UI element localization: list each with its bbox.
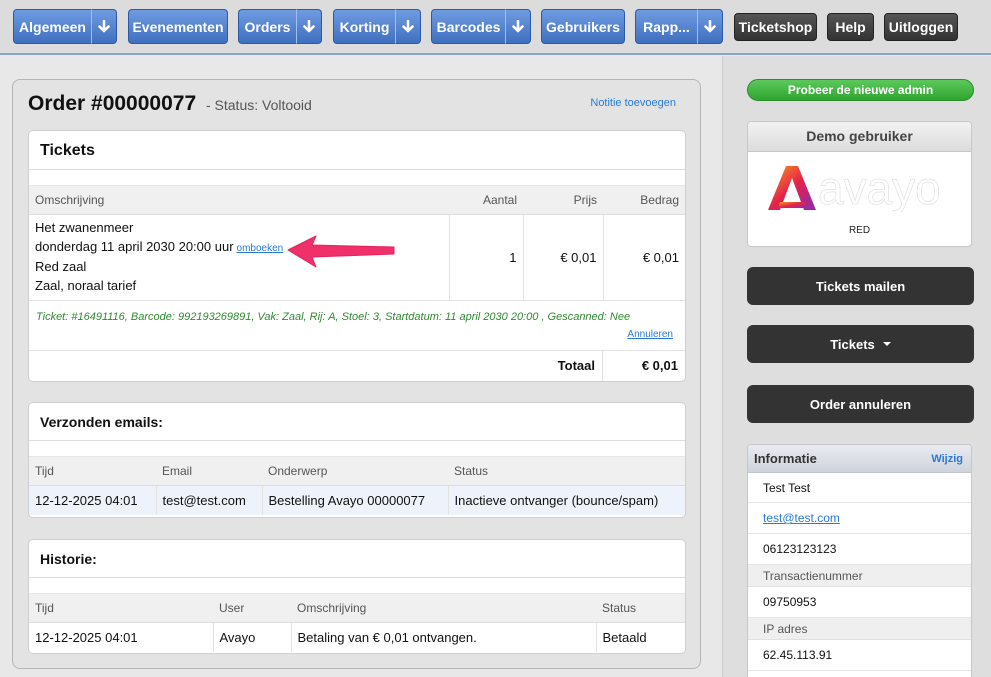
ticket-details-text: Ticket: #16491116, Barcode: 992193269891…	[36, 310, 631, 323]
col-user: User	[213, 594, 291, 623]
item-quantity: 1	[449, 214, 524, 301]
logout-button[interactable]: Uitloggen	[884, 13, 958, 41]
avayo-logo: avayo	[768, 164, 941, 212]
page-title: Order #00000077 - Status: Voltooid	[28, 92, 312, 116]
ticketshop-button[interactable]: Ticketshop	[734, 13, 817, 41]
rebook-link[interactable]: omboeken	[237, 243, 284, 254]
nav-rapportages-button[interactable]: Rapp...	[635, 9, 697, 44]
arrow-down-icon	[303, 19, 315, 32]
add-note-link[interactable]: Notitie toevoegen	[590, 97, 676, 109]
order-status: - Status: Voltooid	[205, 97, 312, 113]
col-price: Prijs	[523, 186, 603, 215]
demo-user-title: Demo gebruiker	[748, 122, 971, 152]
email-status: Inactieve ontvanger (bounce/spam)	[448, 485, 685, 515]
history-table: Tijd User Omschrijving Status 12-12-2025…	[29, 594, 685, 652]
table-row[interactable]: 12-12-2025 04:01 test@test.com Bestellin…	[29, 485, 685, 515]
nav-orders: Orders	[238, 9, 322, 44]
arrow-down-icon	[98, 19, 110, 32]
customer-email-link[interactable]: test@test.com	[763, 511, 840, 525]
col-quantity: Aantal	[449, 186, 523, 215]
svg-text:avayo: avayo	[818, 164, 941, 212]
nav-rapportages-dropdown[interactable]	[697, 9, 723, 44]
information-panel: Informatie Wijzig Test Test test@test.co…	[747, 444, 972, 677]
history-user: Avayo	[213, 622, 292, 652]
col-status: Status	[596, 594, 685, 623]
history-title: Historie:	[29, 540, 685, 578]
try-new-admin-button[interactable]: Probeer de nieuwe admin	[747, 79, 974, 101]
demo-user-label: RED	[848, 225, 871, 236]
transaction-label: Transactienummer	[748, 565, 971, 587]
ticket-details: Ticket: #16491116, Barcode: 992193269891…	[29, 301, 685, 351]
total-label: Totaal	[523, 350, 603, 381]
arrow-down-icon	[402, 19, 414, 32]
nav-barcodes-button[interactable]: Barcodes	[431, 9, 505, 44]
email-time: 12-12-2025 04:01	[29, 485, 157, 515]
nav-algemeen-button[interactable]: Algemeen	[13, 9, 91, 44]
col-amount: Bedrag	[603, 186, 685, 215]
nav-korting: Korting	[333, 9, 421, 44]
ip-address: 62.45.113.91	[748, 640, 971, 671]
history-card: Historie: Tijd User Omschrijving Status …	[28, 539, 686, 654]
email-subject: Bestelling Avayo 00000077	[262, 485, 449, 515]
nav-korting-button[interactable]: Korting	[333, 9, 395, 44]
sidebar: Probeer de nieuwe admin Demo gebruiker a…	[722, 56, 991, 677]
table-row: 12-12-2025 04:01 Avayo Betaling van € 0,…	[29, 622, 685, 652]
information-title: Informatie Wijzig	[748, 445, 971, 473]
order-number: Order #00000077	[28, 92, 197, 115]
col-description: Omschrijving	[29, 186, 449, 215]
nav-algemeen-dropdown[interactable]	[91, 9, 117, 44]
emails-table: Tijd Email Onderwerp Status 12-12-2025 0…	[29, 457, 685, 515]
item-amount: € 0,01	[603, 214, 685, 301]
top-navigation: Algemeen Evenementen Orders Korting Barc…	[0, 0, 991, 55]
nav-algemeen: Algemeen	[13, 9, 117, 44]
tariff-name: Zaal, noraal tarief	[35, 277, 137, 293]
col-status: Status	[448, 457, 685, 486]
nav-evenementen-button[interactable]: Evenementen	[128, 9, 228, 44]
col-time: Tijd	[29, 594, 213, 623]
nav-rapportages: Rapp...	[635, 9, 723, 44]
customer-phone: 06123123123	[748, 534, 971, 565]
sent-emails-card: Verzonden emails: Tijd Email Onderwerp S…	[28, 402, 686, 518]
mail-tickets-button[interactable]: Tickets mailen	[747, 267, 974, 305]
history-time: 12-12-2025 04:01	[29, 622, 214, 652]
demo-user-card: Demo gebruiker avayo RED	[747, 121, 972, 247]
transaction-number: 09750953	[748, 587, 971, 618]
nav-barcodes: Barcodes	[431, 9, 531, 44]
customer-name: Test Test	[748, 473, 971, 503]
help-button[interactable]: Help	[827, 13, 874, 41]
history-description: Betaling van € 0,01 ontvangen.	[291, 622, 597, 652]
col-time: Tijd	[29, 457, 156, 486]
nav-orders-button[interactable]: Orders	[238, 9, 296, 44]
nav-gebruikers-button[interactable]: Gebruikers	[541, 9, 625, 44]
item-price: € 0,01	[523, 214, 604, 301]
caret-down-icon	[882, 342, 891, 346]
cancel-order-button[interactable]: Order annuleren	[747, 385, 974, 423]
col-description: Omschrijving	[291, 594, 596, 623]
customer-email: test@test.com	[748, 503, 971, 534]
total-row: Totaal € 0,01	[29, 350, 685, 381]
arrow-down-icon	[512, 19, 524, 32]
tickets-dropdown-button[interactable]: Tickets	[747, 325, 974, 363]
nav-barcodes-dropdown[interactable]	[505, 9, 531, 44]
annotation-arrow-icon	[287, 235, 395, 268]
arrow-down-icon	[704, 19, 716, 32]
total-value: € 0,01	[641, 357, 678, 373]
col-email: Email	[156, 457, 262, 486]
email-address: test@test.com	[156, 485, 263, 515]
col-subject: Onderwerp	[262, 457, 448, 486]
cancel-ticket-link[interactable]: Annuleren	[627, 329, 673, 340]
tickets-card-title: Tickets	[29, 131, 685, 170]
sent-emails-title: Verzonden emails:	[29, 403, 685, 441]
nav-korting-dropdown[interactable]	[395, 9, 421, 44]
edit-info-link[interactable]: Wijzig	[931, 445, 963, 473]
history-status: Betaald	[602, 629, 647, 645]
ip-label: IP adres	[748, 618, 971, 640]
order-panel: Order #00000077 - Status: Voltooid Notit…	[12, 79, 701, 669]
nav-orders-dropdown[interactable]	[296, 9, 322, 44]
